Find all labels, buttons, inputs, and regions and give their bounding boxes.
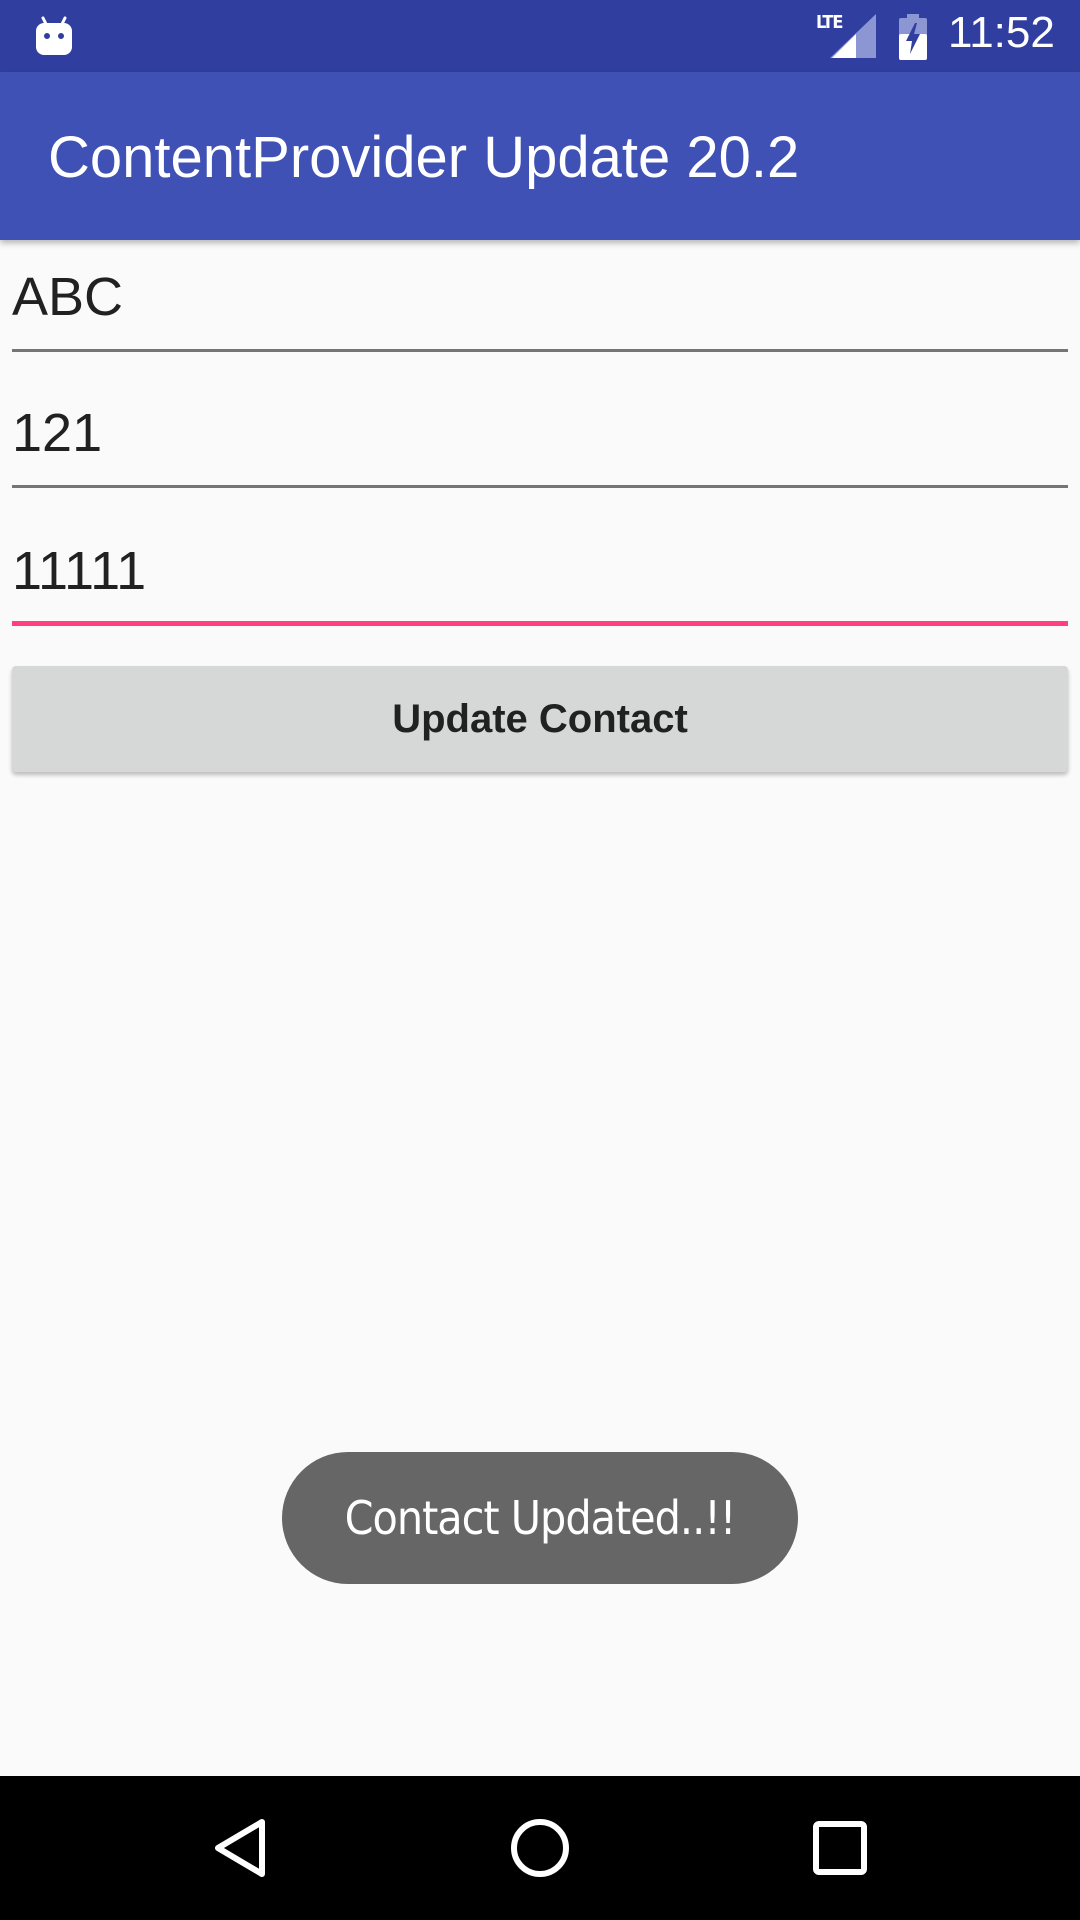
recents-icon[interactable] [806,1814,874,1882]
phone-field[interactable] [12,520,1068,626]
back-icon[interactable] [206,1814,274,1882]
name-field-underline [12,349,1068,352]
id-field-underline [12,485,1068,488]
app-title: ContentProvider Update 20.2 [48,125,800,190]
navigation-bar [0,1776,1080,1920]
home-icon[interactable] [506,1814,574,1882]
phone-input[interactable] [12,540,1068,602]
phone-field-underline-focused [12,621,1068,626]
toast-text: Contact Updated..!! [344,1491,737,1545]
app-bar: ContentProvider Update 20.2 [0,72,1080,240]
status-bar: LTE 11:52 [0,0,1080,72]
id-input[interactable] [12,402,1068,464]
id-field[interactable] [12,382,1068,488]
name-input[interactable] [12,266,1068,328]
name-field[interactable] [12,246,1068,352]
toast-message: Contact Updated..!! [282,1452,798,1584]
battery-charging-icon [899,14,927,60]
android-icon [36,16,72,55]
app-screen: LTE 11:52 ContentProvider Update 20.2 Up… [0,0,1080,1920]
lte-signal-icon: LTE [816,12,876,60]
update-contact-button[interactable]: Update Contact [12,666,1068,772]
status-time: 11:52 [948,8,1055,57]
